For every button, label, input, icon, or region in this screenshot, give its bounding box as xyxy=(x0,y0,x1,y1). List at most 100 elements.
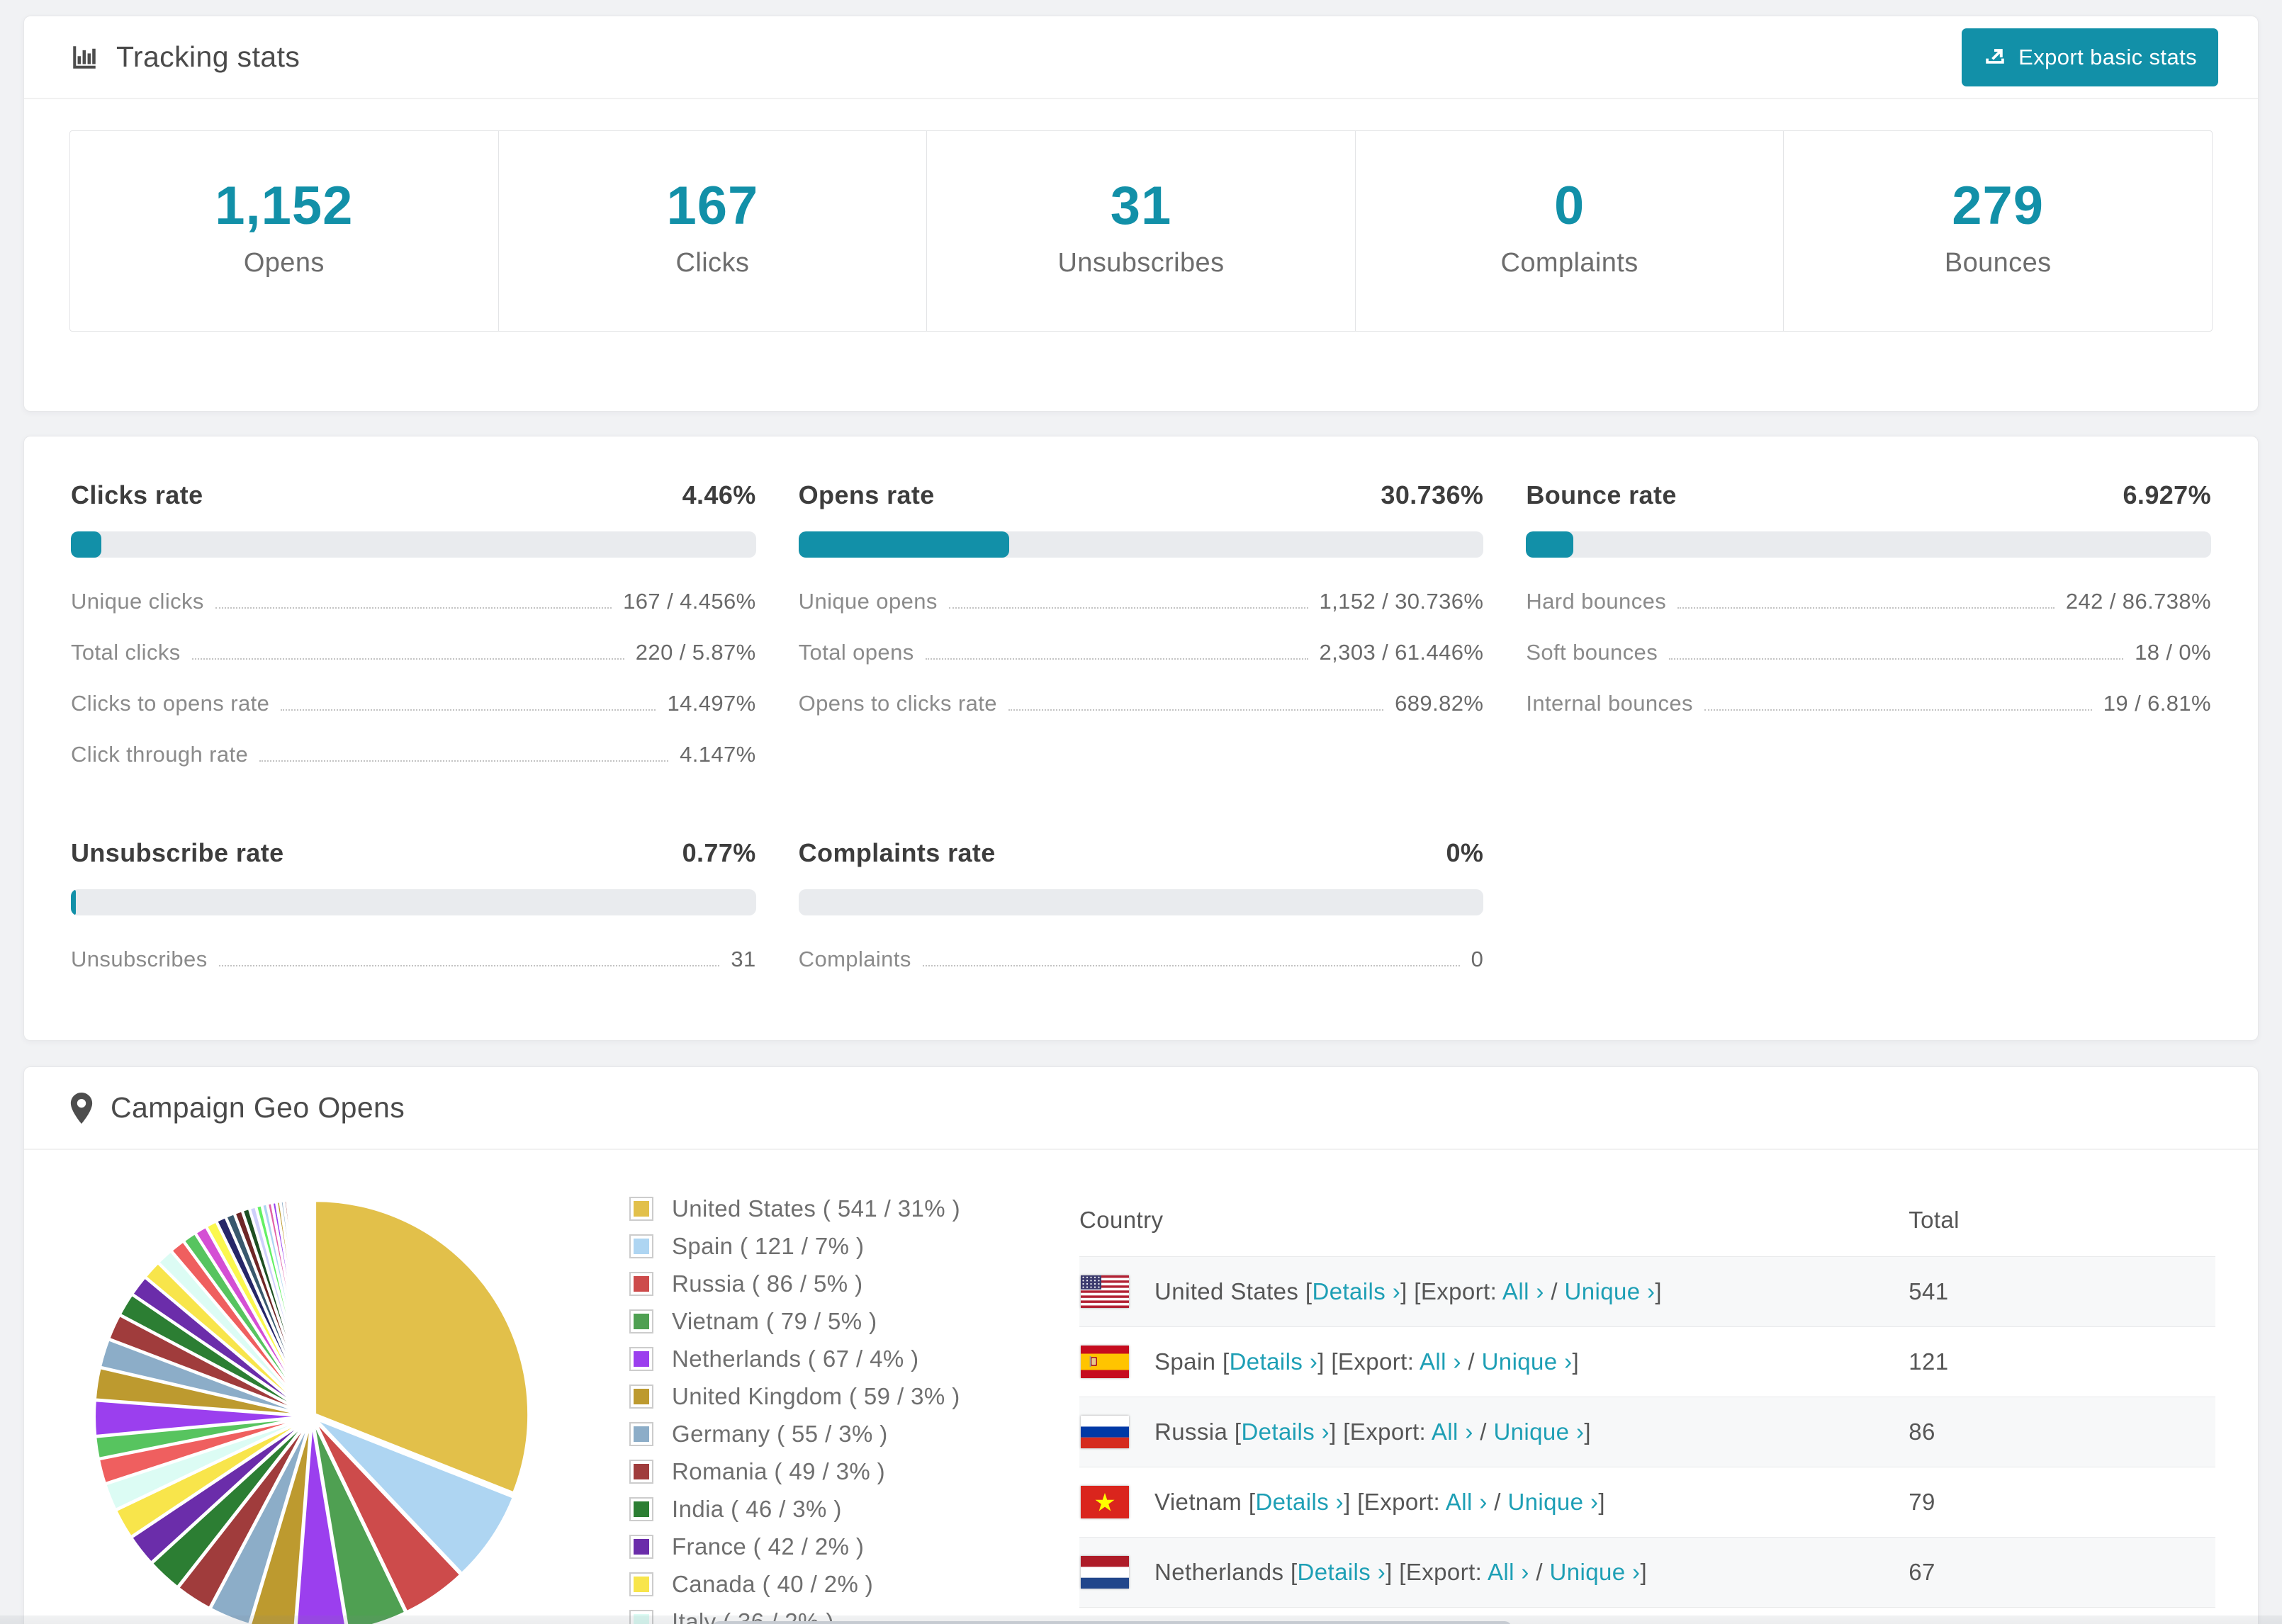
rate-progress-fill xyxy=(1526,531,1574,558)
geo-table: Country Total United States [Details ›] … xyxy=(1079,1181,2215,1624)
rate-stat-label: Opens to clicks rate xyxy=(798,691,997,716)
export-all-link[interactable]: All › xyxy=(1502,1278,1544,1304)
country-column-header: Country xyxy=(1079,1207,1164,1233)
table-row-united-states: United States [Details ›] [Export: All ›… xyxy=(1079,1256,2215,1327)
rate-value: 0% xyxy=(1446,838,1484,867)
rate-stat-row: Internal bounces 19 / 6.81% xyxy=(1526,691,2211,716)
country-name-and-links: Netherlands [Details ›] [Export: All › /… xyxy=(1154,1559,1648,1585)
stat-value: 1,152 xyxy=(215,176,354,236)
table-row-russia: Russia [Details ›] [Export: All › / Uniq… xyxy=(1079,1397,2215,1467)
rate-title: Bounce rate xyxy=(1526,480,1677,509)
pie-slice-other[interactable] xyxy=(310,1197,313,1414)
legend-item-romania[interactable]: Romania ( 49 / 3% ) xyxy=(629,1458,960,1485)
legend-item-united-kingdom[interactable]: United Kingdom ( 59 / 3% ) xyxy=(629,1383,960,1410)
rate-stat-label: Clicks to opens rate xyxy=(71,691,270,716)
export-all-link[interactable]: All › xyxy=(1488,1559,1529,1585)
summary-stats-strip: 1,152 Opens 167 Clicks 31 Unsubscribes 0 Compla… xyxy=(69,130,2213,332)
rate-title: Complaints rate xyxy=(798,838,996,867)
rate-stat-row: Unique clicks 167 / 4.456% xyxy=(71,589,756,614)
rate-stat-row: Total clicks 220 / 5.87% xyxy=(71,640,756,665)
legend-item-vietnam[interactable]: Vietnam ( 79 / 5% ) xyxy=(629,1308,960,1335)
legend-item-spain[interactable]: Spain ( 121 / 7% ) xyxy=(629,1233,960,1260)
export-all-link[interactable]: All › xyxy=(1446,1489,1488,1515)
legend-label: Netherlands ( 67 / 4% ) xyxy=(672,1346,919,1372)
bar-chart-icon xyxy=(69,43,99,72)
export-unique-link[interactable]: Unique › xyxy=(1507,1489,1598,1515)
export-unique-link[interactable]: Unique › xyxy=(1550,1559,1641,1585)
tracking-stats-header: Tracking stats Export basic stats xyxy=(24,16,2258,99)
horizontal-scrollbar-thumb[interactable] xyxy=(712,1621,1512,1624)
country-total: 541 xyxy=(1909,1256,2215,1327)
rate-stat-value: 31 xyxy=(731,947,756,971)
legend-label: Russia ( 86 / 5% ) xyxy=(672,1270,863,1297)
rate-stat-value: 167 / 4.456% xyxy=(623,589,756,614)
rate-stat-label: Internal bounces xyxy=(1526,691,1693,716)
details-link[interactable]: Details › xyxy=(1255,1489,1344,1515)
rate-stat-row: Unsubscribes 31 xyxy=(71,947,756,972)
table-row-vietnam: Vietnam [Details ›] [Export: All › / Uni… xyxy=(1079,1467,2215,1538)
Spain-flag-icon xyxy=(1081,1346,1130,1378)
rate-stat-row: Unique opens 1,152 / 30.736% xyxy=(799,589,1484,614)
export-basic-stats-button[interactable]: Export basic stats xyxy=(1962,28,2218,86)
export-all-link[interactable]: All › xyxy=(1432,1419,1473,1445)
export-unique-link[interactable]: Unique › xyxy=(1493,1419,1584,1445)
legend-item-canada[interactable]: Canada ( 40 / 2% ) xyxy=(629,1571,960,1598)
legend-item-russia[interactable]: Russia ( 86 / 5% ) xyxy=(629,1270,960,1297)
rate-value: 0.77% xyxy=(682,838,756,867)
country-name: Vietnam xyxy=(1154,1489,1249,1515)
details-link[interactable]: Details › xyxy=(1230,1348,1318,1375)
Russia-flag-icon xyxy=(1081,1416,1130,1448)
Netherlands-flag-icon xyxy=(1081,1556,1130,1589)
stat-cell-clicks: 167 Clicks xyxy=(498,131,927,331)
rate-block-opens-rate: Opens rate 30.736% Unique opens 1,152 / 30.… xyxy=(798,480,1484,767)
stat-label: Bounces xyxy=(1944,248,2052,278)
rate-stat-row: Opens to clicks rate 689.82% xyxy=(799,691,1484,716)
rate-progress-track xyxy=(1526,531,2211,558)
legend-item-netherlands[interactable]: Netherlands ( 67 / 4% ) xyxy=(629,1346,960,1372)
legend-label: France ( 42 / 2% ) xyxy=(672,1533,865,1560)
legend-swatch xyxy=(629,1385,653,1409)
rate-stat-label: Unique opens xyxy=(798,589,938,614)
map-pin-icon xyxy=(69,1092,94,1124)
details-link[interactable]: Details › xyxy=(1241,1419,1330,1445)
rate-stat-row: Click through rate 4.147% xyxy=(71,742,756,767)
rate-title: Unsubscribe rate xyxy=(71,838,284,867)
legend-item-germany[interactable]: Germany ( 55 / 3% ) xyxy=(629,1421,960,1448)
legend-swatch xyxy=(629,1272,653,1296)
dotted-leader xyxy=(215,607,612,609)
rate-stat-row: Total opens 2,303 / 61.446% xyxy=(799,640,1484,665)
rate-stat-value: 2,303 / 61.446% xyxy=(1319,640,1484,665)
rate-stat-value: 242 / 86.738% xyxy=(2065,589,2211,614)
country-name-and-links: United States [Details ›] [Export: All ›… xyxy=(1154,1278,1662,1304)
legend-item-india[interactable]: India ( 46 / 3% ) xyxy=(629,1496,960,1523)
legend-item-united-states[interactable]: United States ( 541 / 31% ) xyxy=(629,1195,960,1222)
geo-table-header-row: Country Total xyxy=(1079,1181,2215,1257)
legend-label: United Kingdom ( 59 / 3% ) xyxy=(672,1383,960,1409)
export-all-link[interactable]: All › xyxy=(1420,1348,1461,1375)
rates-grid: Clicks rate 4.46% Unique clicks 167 / 4.456… xyxy=(52,480,2230,972)
dotted-leader xyxy=(259,760,669,762)
rate-progress-track xyxy=(798,889,1484,915)
export-unique-link[interactable]: Unique › xyxy=(1564,1278,1655,1304)
details-link[interactable]: Details › xyxy=(1298,1559,1386,1585)
rate-value: 30.736% xyxy=(1381,480,1484,509)
legend-item-france[interactable]: France ( 42 / 2% ) xyxy=(629,1533,960,1560)
page-title: Tracking stats xyxy=(116,40,300,73)
legend-swatch xyxy=(629,1309,653,1333)
rate-progress-fill xyxy=(71,531,102,558)
stat-value: 31 xyxy=(1110,176,1172,236)
dotted-leader xyxy=(922,965,1460,966)
stat-cell-unsubscribes: 31 Unsubscribes xyxy=(926,131,1355,331)
rate-block-bounce-rate: Bounce rate 6.927% Hard bounces 242 / 86.73… xyxy=(1526,480,2211,767)
rate-stat-label: Unsubscribes xyxy=(71,947,208,971)
export-unique-link[interactable]: Unique › xyxy=(1482,1348,1573,1375)
legend-swatch xyxy=(629,1197,653,1221)
details-link[interactable]: Details › xyxy=(1312,1278,1400,1304)
geo-header: Campaign Geo Opens xyxy=(24,1067,2258,1150)
rate-stat-label: Total opens xyxy=(798,640,914,665)
legend-label: Vietnam ( 79 / 5% ) xyxy=(672,1308,877,1334)
legend-swatch xyxy=(629,1460,653,1484)
rate-progress-track xyxy=(798,531,1484,558)
legend-swatch xyxy=(629,1535,653,1559)
geo-pie-chart xyxy=(92,1188,546,1624)
